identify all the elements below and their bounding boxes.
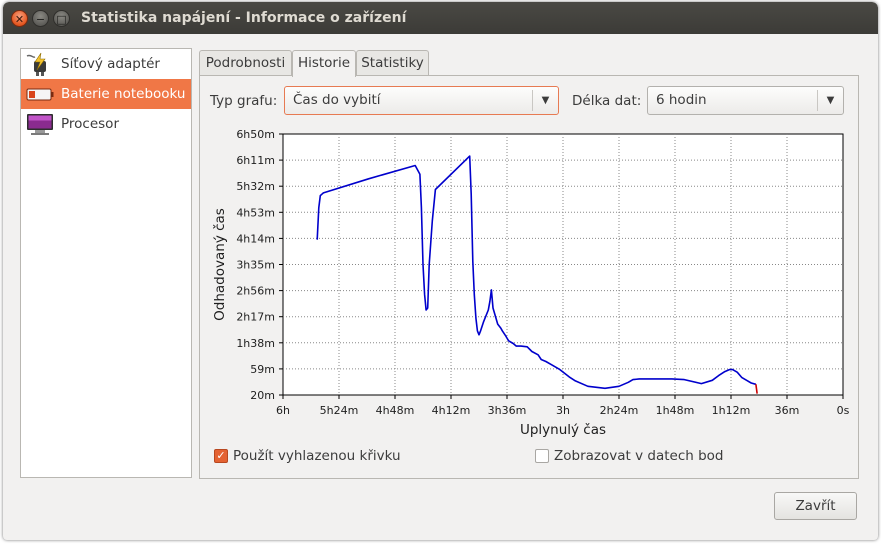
tab-statistics[interactable]: Statistiky	[356, 50, 429, 76]
y-tick-label: 4h14m	[236, 232, 275, 245]
device-list: Síťový adaptér Baterie notebooku Proceso…	[20, 48, 192, 478]
y-tick-label: 2h17m	[236, 311, 275, 324]
battery-icon	[26, 88, 54, 101]
title-bar[interactable]: ✕ − □ Statistika napájení - Informace o …	[3, 2, 878, 34]
x-axis-label: Uplynulý čas	[520, 422, 606, 438]
y-tick-label: 5h32m	[236, 180, 275, 193]
graph-type-value: Čas do vybití	[293, 92, 381, 108]
x-tick-label: 0s	[837, 404, 850, 417]
show-points-checkbox[interactable]	[535, 449, 549, 463]
x-tick-label: 4h48m	[376, 404, 415, 417]
x-tick-label: 3h36m	[488, 404, 527, 417]
smooth-curve-label[interactable]: Použít vyhlazenou křivku	[233, 448, 401, 464]
device-item-processor[interactable]: Procesor	[21, 109, 191, 139]
chevron-down-icon: ▼	[817, 90, 843, 111]
device-label-battery: Baterie notebooku	[61, 86, 186, 102]
graph-type-label: Typ grafu:	[210, 93, 278, 109]
ac-adapter-icon	[26, 52, 46, 76]
y-tick-label: 20m	[250, 389, 275, 402]
chevron-down-icon: ▼	[532, 90, 558, 111]
x-tick-label: 1h12m	[712, 404, 751, 417]
x-tick-label: 4h12m	[432, 404, 471, 417]
close-button[interactable]: Zavřít	[774, 492, 857, 520]
y-tick-label: 4h53m	[236, 206, 275, 219]
y-tick-label: 2h56m	[236, 285, 275, 298]
y-tick-label: 59m	[250, 363, 275, 376]
y-tick-label: 1h38m	[236, 337, 275, 350]
y-tick-label: 6h50m	[236, 128, 275, 141]
minimize-window-icon[interactable]: −	[32, 10, 49, 27]
tab-details[interactable]: Podrobnosti	[199, 50, 292, 76]
x-tick-label: 2h24m	[600, 404, 639, 417]
window-title: Statistika napájení - Informace o zaříze…	[81, 10, 407, 26]
x-tick-label: 6h	[276, 404, 290, 417]
show-points-label[interactable]: Zobrazovat v datech bod	[554, 448, 723, 464]
device-item-battery[interactable]: Baterie notebooku	[21, 79, 191, 109]
graph-type-select[interactable]: Čas do vybití ▼	[284, 86, 559, 115]
x-tick-label: 3h	[556, 404, 570, 417]
data-length-label: Délka dat:	[572, 93, 642, 109]
x-tick-label: 5h24m	[320, 404, 359, 417]
close-window-icon[interactable]: ✕	[11, 10, 28, 27]
tab-history[interactable]: Historie	[292, 50, 356, 77]
x-tick-label: 36m	[775, 404, 800, 417]
power-statistics-window: ✕ − □ Statistika napájení - Informace o …	[3, 2, 878, 540]
smooth-curve-checkbox[interactable]: ✓	[214, 449, 228, 463]
x-tick-label: 1h48m	[656, 404, 695, 417]
maximize-window-icon[interactable]: □	[53, 10, 70, 27]
device-label-ac-adapter: Síťový adaptér	[61, 56, 160, 72]
data-length-select[interactable]: 6 hodin ▼	[647, 86, 844, 115]
y-axis-label: Odhadovaný čas	[212, 208, 228, 321]
processor-monitor-icon	[27, 114, 53, 135]
history-chart: 6h 5h24m 4h48m 4h12m 3h36m 3h 2h24m 1h48m 1h12m 3…	[212, 128, 850, 438]
y-tick-label: 3h35m	[236, 259, 275, 272]
y-tick-label: 6h11m	[236, 154, 275, 167]
device-label-processor: Procesor	[61, 116, 119, 132]
data-length-value: 6 hodin	[656, 92, 707, 108]
device-item-ac-adapter[interactable]: Síťový adaptér	[21, 49, 191, 79]
